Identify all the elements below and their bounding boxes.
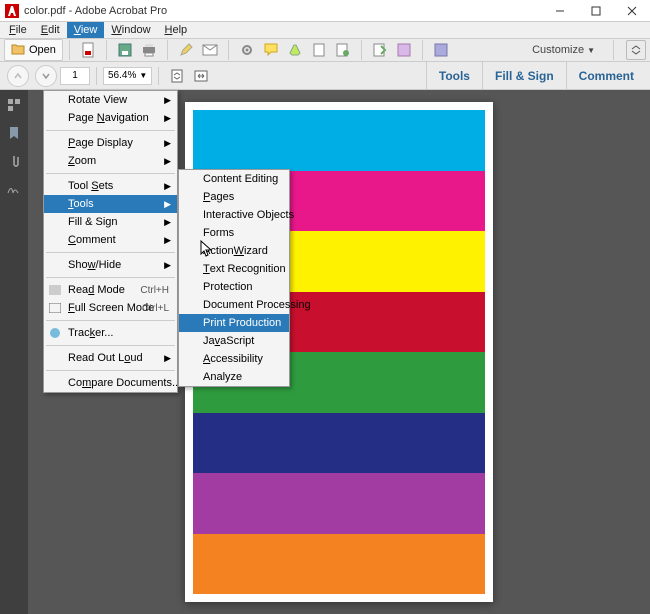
menu-edit[interactable]: Edit	[34, 22, 67, 38]
menu-show-hide[interactable]: Show/Hide▶	[44, 256, 177, 274]
app-icon	[4, 3, 20, 19]
submenu-javascript[interactable]: JavaScript	[179, 332, 289, 350]
fit-width-icon[interactable]	[191, 66, 211, 86]
toolbar-separator	[69, 40, 70, 60]
menu-window[interactable]: Window	[104, 22, 157, 38]
tab-tools[interactable]: Tools	[426, 62, 482, 90]
menu-page-display[interactable]: Page Display▶	[44, 134, 177, 152]
tab-fill-sign[interactable]: Fill & Sign	[482, 62, 566, 90]
gear-icon[interactable]	[238, 41, 256, 59]
readmode-icon	[48, 283, 62, 297]
toolbar-separator	[106, 40, 107, 60]
customize-button[interactable]: Customize▼	[526, 42, 601, 58]
thumbnails-icon[interactable]	[5, 96, 23, 114]
menu-separator	[46, 130, 175, 131]
tab-comment[interactable]: Comment	[566, 62, 646, 90]
submenu-protection[interactable]: Protection	[179, 278, 289, 296]
menu-fill-sign[interactable]: Fill & Sign▶	[44, 213, 177, 231]
toolbar-separator	[167, 40, 168, 60]
menu-file[interactable]: File	[2, 22, 34, 38]
nav-panel	[0, 90, 28, 614]
app-window: color.pdf - Adobe Acrobat Pro File Edit …	[0, 0, 650, 553]
menu-separator	[46, 320, 175, 321]
submenu-analyze[interactable]: Analyze	[179, 368, 289, 386]
submenu-forms[interactable]: Forms	[179, 224, 289, 242]
export-icon[interactable]	[371, 41, 389, 59]
mail-icon[interactable]	[201, 41, 219, 59]
toolbar-primary: Open Customize▼	[0, 39, 650, 62]
menu-tool-sets[interactable]: Tool Sets▶	[44, 177, 177, 195]
color-stripe	[193, 110, 485, 171]
submenu-interactive-objects[interactable]: Interactive Objects	[179, 206, 289, 224]
folder-icon	[11, 43, 25, 58]
color-stripe	[193, 413, 485, 474]
zoom-select[interactable]: 56.4%▼	[103, 67, 152, 85]
color-stripe	[193, 534, 485, 595]
save-icon[interactable]	[116, 41, 134, 59]
page-add-icon[interactable]	[334, 41, 352, 59]
open-button[interactable]: Open	[4, 39, 63, 61]
page-icon[interactable]	[310, 41, 328, 59]
view-dropdown: Rotate View▶ Page Navigation▶ Page Displ…	[43, 90, 178, 393]
menu-read-out-loud[interactable]: Read Out Loud▶	[44, 349, 177, 367]
submenu-accessibility[interactable]: Accessibility	[179, 350, 289, 368]
highlight-icon[interactable]	[286, 41, 304, 59]
print-icon[interactable]	[140, 41, 158, 59]
menu-view[interactable]: View	[67, 22, 105, 38]
tracker-icon	[48, 326, 62, 340]
color-stripe	[193, 473, 485, 534]
bookmarks-icon[interactable]	[5, 124, 23, 142]
toolbar-separator	[422, 40, 423, 60]
toolbar-separator	[96, 67, 97, 85]
create-pdf-icon[interactable]	[79, 41, 97, 59]
menu-read-mode[interactable]: Read ModeCtrl+H	[44, 281, 177, 299]
menu-separator	[46, 370, 175, 371]
submenu-content-editing[interactable]: Content Editing	[179, 170, 289, 188]
menu-zoom[interactable]: Zoom▶	[44, 152, 177, 170]
page-down-button[interactable]	[35, 65, 57, 87]
menu-page-navigation[interactable]: Page Navigation▶	[44, 109, 177, 127]
menu-full-screen[interactable]: Full Screen ModeCtrl+L	[44, 299, 177, 317]
toolbar-separator	[228, 40, 229, 60]
toolbar-separator	[361, 40, 362, 60]
menu-separator	[46, 173, 175, 174]
tools-submenu: Content Editing Pages Interactive Object…	[178, 169, 290, 387]
submenu-text-recognition[interactable]: Text Recognition	[179, 260, 289, 278]
menu-separator	[46, 277, 175, 278]
minimize-button[interactable]	[542, 0, 578, 22]
page-up-button[interactable]	[7, 65, 29, 87]
signature-icon[interactable]	[5, 180, 23, 198]
menu-tracker[interactable]: Tracker...	[44, 324, 177, 342]
menu-separator	[46, 345, 175, 346]
menu-compare[interactable]: Compare Documents...	[44, 374, 177, 392]
toolbar-secondary: 56.4%▼ Tools Fill & Sign Comment	[0, 62, 650, 90]
close-button[interactable]	[614, 0, 650, 22]
menu-separator	[46, 252, 175, 253]
expand-button[interactable]	[626, 40, 646, 60]
edit-icon[interactable]	[177, 41, 195, 59]
submenu-document-processing[interactable]: Document Processing	[179, 296, 289, 314]
page-number-input[interactable]	[60, 67, 90, 85]
title-bar: color.pdf - Adobe Acrobat Pro	[0, 0, 650, 22]
toolbar-separator	[613, 40, 614, 60]
menu-bar: File Edit View Window Help	[0, 22, 650, 39]
menu-comment[interactable]: Comment▶	[44, 231, 177, 249]
main-area: Rotate View▶ Page Navigation▶ Page Displ…	[0, 90, 650, 614]
toolbar-separator	[158, 67, 159, 85]
submenu-action-wizard[interactable]: Action Wizard	[179, 242, 289, 260]
open-label: Open	[29, 44, 56, 56]
window-title: color.pdf - Adobe Acrobat Pro	[24, 5, 542, 17]
form-icon[interactable]	[395, 41, 413, 59]
comment-icon[interactable]	[262, 41, 280, 59]
maximize-button[interactable]	[578, 0, 614, 22]
attachments-icon[interactable]	[5, 152, 23, 170]
fullscreen-icon	[48, 301, 62, 315]
submenu-print-production[interactable]: Print Production	[179, 314, 289, 332]
tools-icon[interactable]	[432, 41, 450, 59]
submenu-pages[interactable]: Pages	[179, 188, 289, 206]
fit-page-icon[interactable]	[167, 66, 187, 86]
menu-tools[interactable]: Tools▶	[44, 195, 177, 213]
menu-help[interactable]: Help	[158, 22, 195, 38]
menu-rotate-view[interactable]: Rotate View▶	[44, 91, 177, 109]
